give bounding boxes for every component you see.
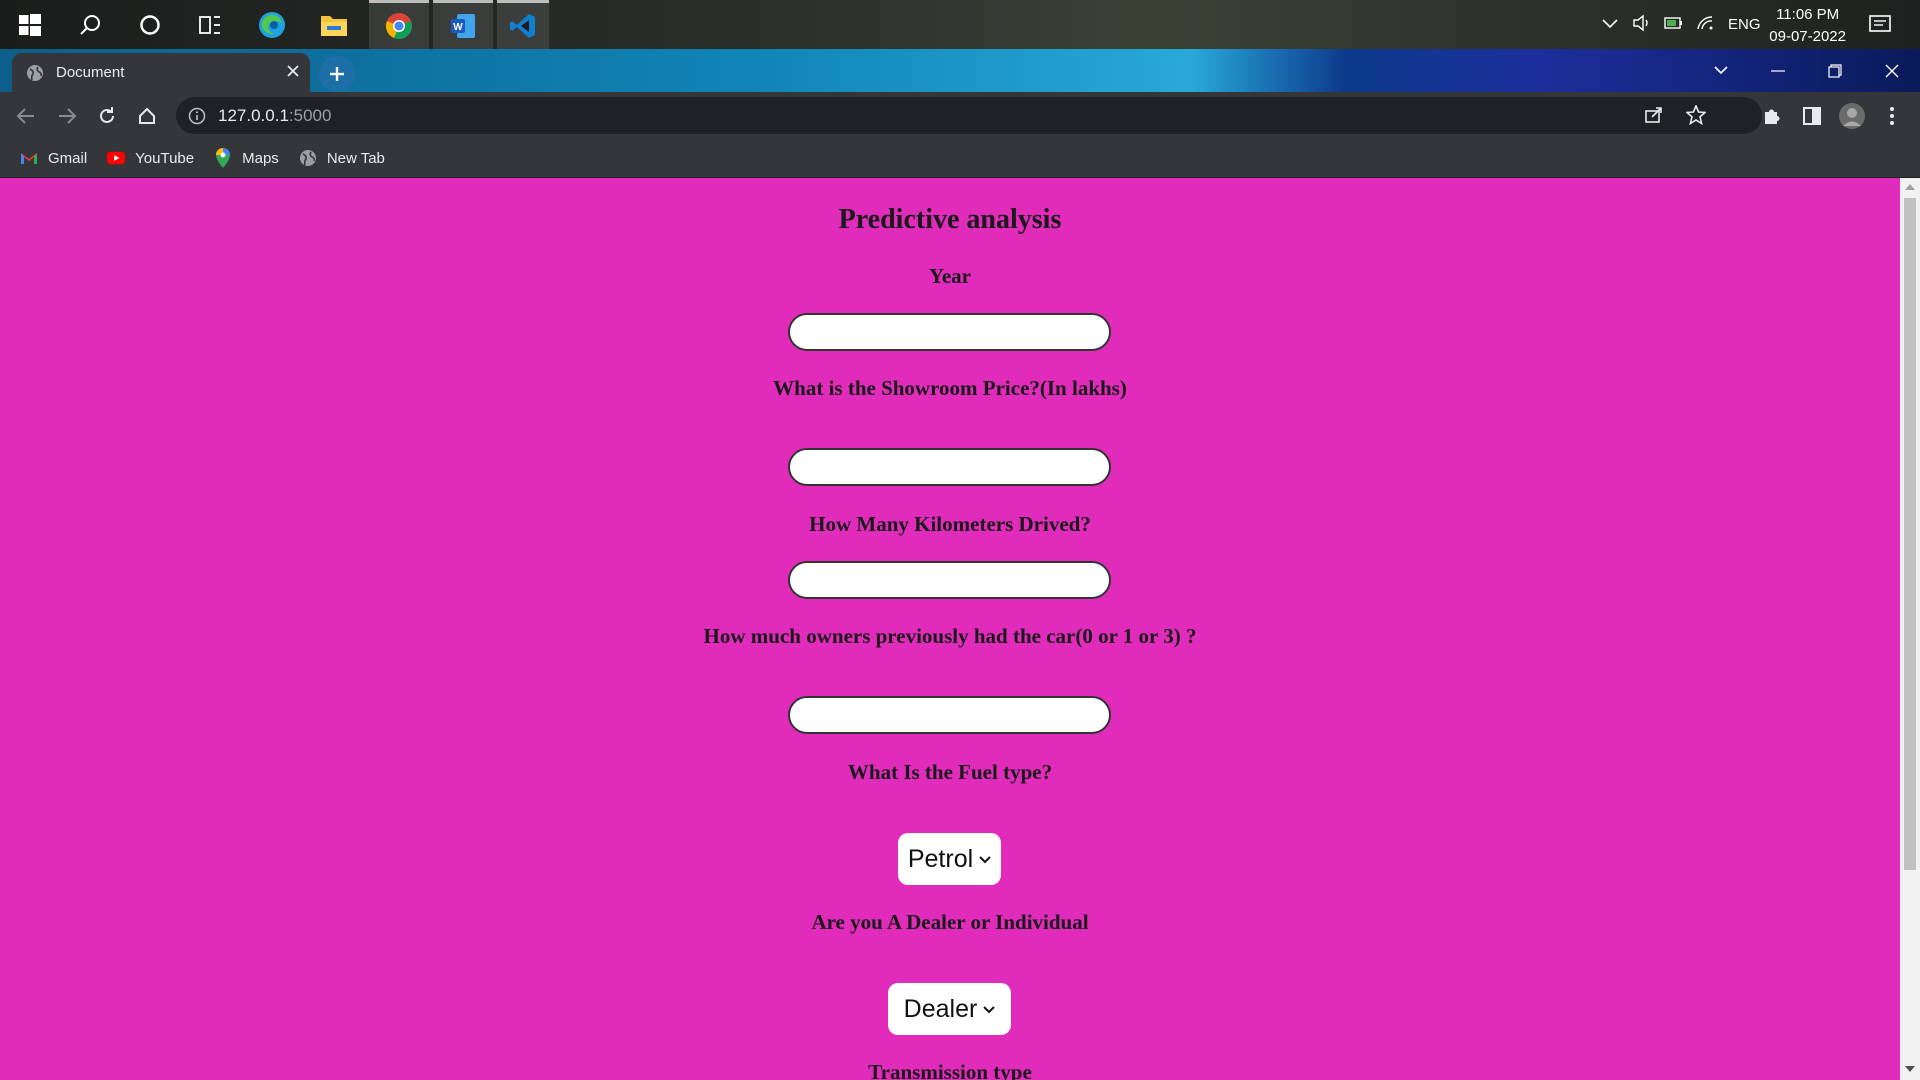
url-port: :5000 [288,105,332,125]
chevron-up-icon[interactable] [1602,16,1618,33]
transmission-type-label: Transmission type [868,1060,1032,1080]
task-view-icon[interactable] [182,0,238,49]
volume-icon[interactable] [1632,14,1652,36]
year-input[interactable] [788,313,1111,351]
search-icon[interactable] [62,0,118,49]
page-viewport: Predictive analysis Year What is the Sho… [0,178,1900,1080]
home-button[interactable] [131,100,163,132]
windows-taskbar: W ENG 11:06 PM 09-07-2022 [0,0,1920,49]
bookmark-youtube[interactable]: YouTube [107,149,194,167]
profile-avatar[interactable] [1836,100,1868,132]
address-bar[interactable]: 127.0.0.1:5000 [176,97,1762,134]
windows-start-icon[interactable] [2,0,58,49]
vscode-icon[interactable] [497,0,549,49]
minimize-icon[interactable] [1749,49,1806,92]
youtube-icon [107,149,126,167]
seller-type-selected: Dealer [903,994,978,1023]
bookmark-maps[interactable]: Maps [214,148,279,168]
url-host: 127.0.0.1 [218,105,289,125]
bookmark-new-tab[interactable]: New Tab [299,149,385,167]
fuel-type-select[interactable]: Petrol [898,833,1001,885]
kilometers-input[interactable] [788,561,1111,599]
svg-text:W: W [453,22,463,33]
extensions-button[interactable] [1756,100,1788,132]
bookmark-label: New Tab [326,149,385,167]
bookmark-label: YouTube [135,149,195,167]
wifi-icon[interactable] [1696,15,1714,35]
close-tab-icon[interactable] [286,64,300,78]
showroom-price-input[interactable] [788,448,1111,486]
forward-button[interactable] [51,100,83,132]
fuel-type-label: What Is the Fuel type? [847,760,1053,784]
owners-label: How much owners previously had the car(0… [703,624,1197,648]
bookmark-label: Gmail [48,149,88,167]
reload-icon [100,107,114,123]
side-panel-button[interactable] [1796,100,1828,132]
chevron-down-icon [979,851,991,867]
back-arrow-icon [16,108,34,124]
bookmark-label: Maps [242,149,279,167]
scroll-down-arrow-icon[interactable] [1905,1066,1915,1072]
showroom-price-label: What is the Showroom Price?(In lakhs) [773,376,1127,400]
chrome-icon[interactable] [369,0,429,49]
owners-input[interactable] [788,696,1111,734]
close-window-icon[interactable] [1863,49,1920,92]
bookmark-star-icon[interactable] [1686,105,1706,125]
puzzle-icon [1765,109,1780,124]
tab-strip: Document [0,49,1920,92]
site-info-icon[interactable] [188,107,206,125]
tab-document[interactable]: Document [12,53,310,92]
seller-type-select[interactable]: Dealer [888,983,1011,1035]
tab-search-icon[interactable] [1692,49,1749,92]
globe-icon [26,64,44,82]
share-icon[interactable] [1644,106,1664,124]
file-explorer-icon[interactable] [306,0,362,49]
clock-date: 09-07-2022 [1769,28,1846,45]
tab-title: Document [56,64,125,81]
chrome-menu-button[interactable] [1876,100,1908,132]
more-vert-icon [1890,107,1894,125]
gmail-icon [20,149,38,167]
browser-toolbar: 127.0.0.1:5000 [0,92,1920,139]
back-button[interactable] [10,100,42,132]
edge-icon[interactable] [244,0,300,49]
chevron-down-icon [983,1001,996,1017]
restore-icon[interactable] [1806,49,1863,92]
maps-icon [214,148,232,168]
plus-icon [330,67,344,81]
globe-icon [299,149,317,167]
avatar-icon [1839,103,1865,129]
page-title: Predictive analysis [838,204,1062,235]
side-panel-icon [1803,107,1821,125]
url-text: 127.0.0.1:5000 [218,106,331,126]
clock[interactable]: 11:06 PM 09-07-2022 [1769,4,1846,48]
bookmarks-bar: Gmail YouTube Maps New Tab [0,139,1920,178]
system-tray: ENG [1602,0,1761,49]
year-label: Year [929,264,971,288]
cortana-icon[interactable] [122,0,178,49]
notifications-icon[interactable] [1852,0,1908,49]
bookmark-gmail[interactable]: Gmail [20,149,87,167]
home-icon [139,107,155,124]
scroll-thumb[interactable] [1904,198,1916,870]
reload-button[interactable] [91,100,123,132]
word-icon[interactable]: W [433,0,493,49]
kilometers-label: How Many Kilometers Drived? [809,512,1091,536]
battery-icon[interactable] [1664,16,1684,34]
page-scrollbar[interactable] [1900,178,1920,1080]
seller-type-label: Are you A Dealer or Individual [811,910,1089,934]
forward-arrow-icon [59,108,77,124]
language-indicator[interactable]: ENG [1728,16,1761,33]
clock-time: 11:06 PM [1776,6,1840,23]
new-tab-button[interactable] [319,56,355,92]
scroll-up-arrow-icon[interactable] [1905,184,1915,190]
fuel-type-selected: Petrol [907,844,974,873]
